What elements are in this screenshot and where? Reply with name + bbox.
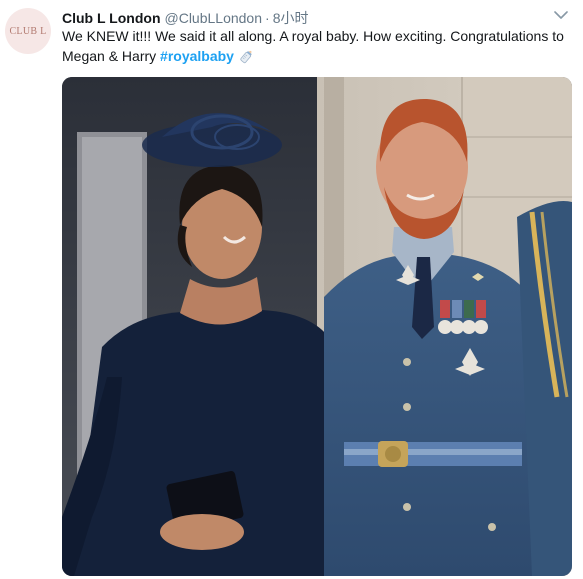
tweet-photo[interactable] [62, 77, 572, 576]
chevron-down-icon[interactable] [553, 9, 569, 21]
user-handle[interactable]: @ClubLLondon [165, 10, 263, 26]
display-name[interactable]: Club L London [62, 10, 161, 26]
tweet-text: We KNEW it!!! We said it all along. A ro… [62, 26, 572, 66]
separator-dot: · [265, 10, 270, 26]
avatar[interactable]: CLUB L [5, 8, 51, 54]
tweet-body-text: We KNEW it!!! We said it all along. A ro… [62, 28, 564, 64]
tweet-card[interactable]: CLUB L Club L London @ClubLLondon · 8小时 … [0, 0, 583, 579]
hashtag-link[interactable]: #royalbaby [160, 48, 234, 64]
photo-image [62, 77, 572, 576]
tweet-timestamp[interactable]: 8小时 [273, 8, 309, 28]
avatar-logo-text: CLUB L [9, 25, 47, 37]
tweet-header: Club L London @ClubLLondon · 8小时 [62, 8, 543, 26]
baby-bottle-icon [238, 48, 256, 64]
